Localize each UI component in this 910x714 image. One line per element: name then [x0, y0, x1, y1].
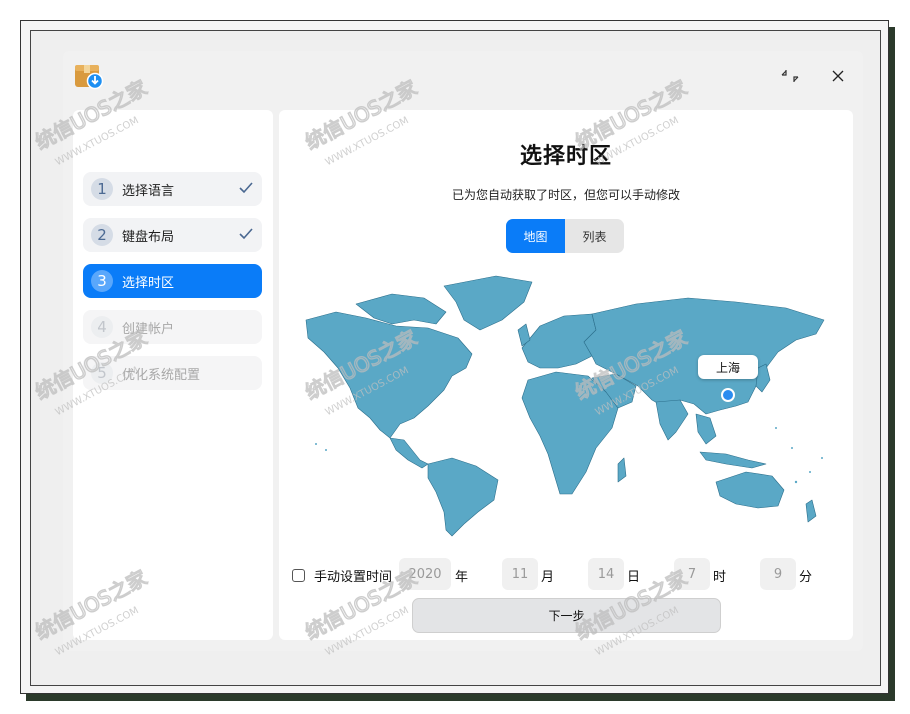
step-number: 5 [91, 362, 113, 384]
close-icon[interactable] [828, 66, 848, 86]
view-toggle: 地图 列表 [506, 219, 624, 253]
step-number: 4 [91, 316, 113, 338]
collapse-icon[interactable] [780, 66, 800, 86]
step-select-timezone[interactable]: 3 选择时区 [83, 264, 262, 298]
manual-time-toggle[interactable]: 手动设置时间 [292, 566, 392, 585]
checkmark-icon [239, 228, 253, 240]
day-field[interactable]: 14 [588, 558, 624, 590]
step-number: 2 [91, 224, 113, 246]
page-title: 选择时区 [519, 144, 612, 169]
step-label: 键盘布局 [122, 229, 175, 245]
minute-field[interactable]: 9 [760, 558, 796, 590]
step-keyboard-layout[interactable]: 2 键盘布局 [83, 218, 262, 252]
timezone-pin[interactable] [721, 388, 735, 402]
year-unit: 年 [455, 570, 469, 585]
manual-time-checkbox[interactable] [292, 569, 305, 582]
page-subtitle: 已为您自动获取了时区，但您可以手动修改 [451, 188, 680, 202]
hour-field[interactable]: 7 [674, 558, 710, 590]
timezone-pin-label: 上海 [698, 355, 758, 379]
installer-package-icon [75, 65, 104, 90]
tab-map[interactable]: 地图 [506, 219, 565, 253]
month-unit: 月 [541, 570, 555, 585]
checkmark-icon [239, 182, 253, 194]
step-label: 优化系统配置 [122, 367, 201, 383]
tab-list[interactable]: 列表 [565, 219, 624, 253]
minute-unit: 分 [799, 570, 813, 585]
next-button[interactable]: 下一步 [412, 598, 721, 633]
month-field[interactable]: 11 [502, 558, 538, 590]
day-unit: 日 [627, 570, 641, 585]
step-label: 创建帐户 [122, 321, 175, 337]
step-label: 选择时区 [122, 275, 175, 291]
step-optimize-config: 5 优化系统配置 [83, 356, 262, 390]
step-number: 3 [91, 270, 113, 292]
world-map[interactable] [296, 268, 836, 540]
year-field[interactable]: 2020 [399, 558, 451, 590]
step-label: 选择语言 [122, 183, 175, 199]
step-create-account: 4 创建帐户 [83, 310, 262, 344]
step-select-language[interactable]: 1 选择语言 [83, 172, 262, 206]
step-number: 1 [91, 178, 113, 200]
manual-time-label: 手动设置时间 [314, 570, 393, 585]
hour-unit: 时 [713, 570, 727, 585]
